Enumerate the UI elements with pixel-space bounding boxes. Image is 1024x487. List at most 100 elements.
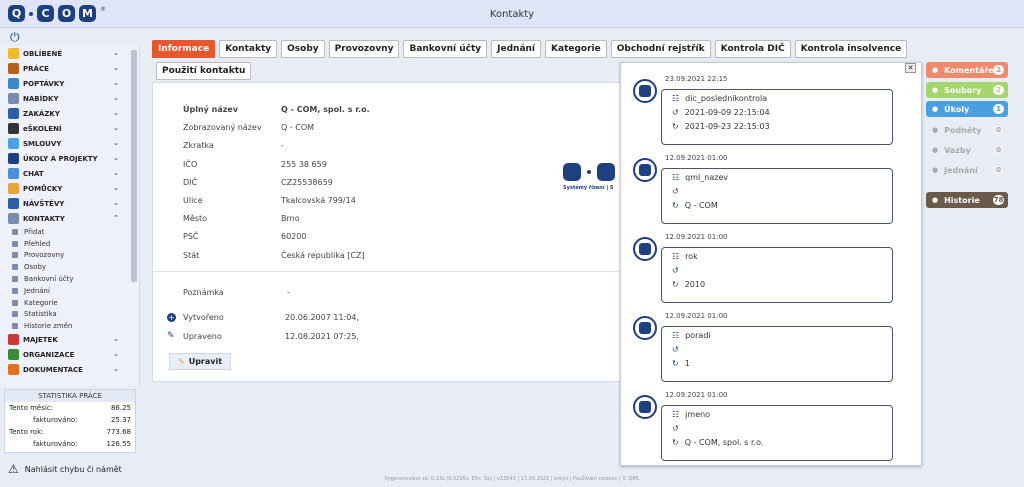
menu-icon xyxy=(8,78,19,89)
sidebar-subitem-label: Historie změn xyxy=(24,322,73,331)
side-button-2[interactable]: ● Úkoly 1 xyxy=(926,101,1008,117)
history-line: ↻ Q - COM xyxy=(672,201,718,210)
history-line: ↺ xyxy=(672,187,685,196)
sidebar-item-b2[interactable]: DOKUMENTACE ⌄ xyxy=(0,362,139,377)
history-entry: ☷ poradi ↺ ↻ 1 xyxy=(661,326,893,382)
field-value: CZ25538659 xyxy=(281,177,333,187)
list-icon: ☷ xyxy=(672,173,680,182)
avatar-icon xyxy=(633,79,657,103)
tab-2[interactable]: Osoby xyxy=(281,40,325,58)
menu-icon xyxy=(8,93,19,104)
tab-4[interactable]: Bankovní účty xyxy=(403,40,488,58)
chevron-down-icon: ⌄ xyxy=(113,350,119,359)
sidebar-item-0[interactable]: OBLÍBENÉ ⌄ xyxy=(0,46,139,61)
history-entry: ☷ rok ↺ ↻ 2010 xyxy=(661,247,893,303)
menu-icon xyxy=(8,198,19,209)
sidebar-item-b0[interactable]: MAJETEK ⌄ xyxy=(0,332,139,347)
sidebar-item-4[interactable]: ZAKÁZKY ⌄ xyxy=(0,106,139,121)
side-button-4[interactable]: ● Vazby 0 xyxy=(926,142,1008,158)
sidebar-subitem-8[interactable]: Historie změn xyxy=(0,320,139,332)
side-button-5[interactable]: ● Jednání 0 xyxy=(926,162,1008,178)
tab-7[interactable]: Obchodní rejstřík xyxy=(610,40,711,58)
stats-label: Tento rok: xyxy=(9,428,44,436)
sidebar-subitem-label: Přehled xyxy=(24,239,51,248)
avatar-icon xyxy=(633,316,657,340)
close-icon[interactable]: ✕ xyxy=(905,63,916,73)
side-button-1[interactable]: ● Soubory 2 xyxy=(926,82,1008,98)
undo-icon: ↺ xyxy=(672,108,679,117)
history-line: ☷ poradi xyxy=(672,331,711,340)
sidebar-subitem-0[interactable]: Přidat xyxy=(0,226,139,238)
avatar-inner xyxy=(639,164,651,176)
created-value: 20.06.2007 11:04, xyxy=(285,313,359,322)
history-popup: ✕ 23.09.2021 22:15 ☷ dic_poslednikontrola ↺… xyxy=(620,62,922,466)
menu-icon xyxy=(8,138,19,149)
power-icon[interactable]: ⏻ xyxy=(10,30,20,45)
edit-button[interactable]: ✎ Upravit xyxy=(169,353,232,370)
tab-1[interactable]: Kontakty xyxy=(219,40,278,58)
side-button-count: 2 xyxy=(993,85,1004,95)
menu-icon xyxy=(8,108,19,119)
tab-0[interactable]: Informace xyxy=(152,40,216,58)
sidebar-subitem-3[interactable]: Osoby xyxy=(0,261,139,273)
side-button-3[interactable]: ● Podněty 0 xyxy=(926,122,1008,138)
button-icon: ● xyxy=(932,86,939,94)
list-icon: ☷ xyxy=(672,252,680,261)
sidebar-subitem-label: Přidat xyxy=(24,227,45,236)
side-button-6[interactable]: ● Historie 78 xyxy=(926,192,1008,208)
sidebar-item-b1[interactable]: ORGANIZACE ⌄ xyxy=(0,347,139,362)
tab-8[interactable]: Kontrola DIČ xyxy=(714,40,791,58)
chevron-down-icon: ⌃ xyxy=(113,214,119,222)
sidebar-item-label: OBLÍBENÉ xyxy=(23,49,63,58)
button-icon: ● xyxy=(932,166,939,174)
history-line: ↺ xyxy=(672,345,685,354)
undo-icon: ↺ xyxy=(672,187,679,196)
menu-icon xyxy=(8,153,19,164)
sidebar-item-9[interactable]: POMŮCKY ⌄ xyxy=(0,181,139,196)
tab-6[interactable]: Kategorie xyxy=(545,40,607,58)
chevron-down-icon: ⌄ xyxy=(113,154,119,162)
tab-5[interactable]: Jednání xyxy=(491,40,542,58)
sidebar-item-1[interactable]: PRÁCE ⌄ xyxy=(0,61,139,76)
stats-value: 25.37 xyxy=(110,416,131,424)
side-button-0[interactable]: ● Komentáře 2 xyxy=(926,62,1008,78)
avatar-icon xyxy=(633,158,657,182)
side-button-count: 0 xyxy=(993,145,1004,155)
report-bug-link[interactable]: ⚠ Nahlásit chybu či námět xyxy=(8,462,122,476)
history-entry: ☷ qml_nazev ↺ ↻ Q - COM xyxy=(661,168,893,224)
sidebar-item-label: ZAKÁZKY xyxy=(23,109,60,118)
field-label: Ulice xyxy=(183,196,203,205)
sidebar-item-5[interactable]: eŠKOLENÍ ⌄ xyxy=(0,121,139,136)
sidebar-subitem-2[interactable]: Provozovny xyxy=(0,250,139,262)
sidebar-subitem-5[interactable]: Jednání xyxy=(0,285,139,297)
tab-3[interactable]: Provozovny xyxy=(328,40,400,58)
sidebar-item-6[interactable]: SMLOUVY ⌄ xyxy=(0,136,139,151)
sidebar-subitem-7[interactable]: Statistika xyxy=(0,309,139,321)
subitem-icon xyxy=(12,228,18,235)
field-value: Brno xyxy=(281,214,300,224)
note-value: - xyxy=(287,288,290,297)
sidebar-item-3[interactable]: NABÍDKY ⌄ xyxy=(0,91,139,106)
work-stats: STATISTIKA PRÁCE Tento měsíc: 86.25 fakturo… xyxy=(4,389,136,453)
stats-row: Tento měsíc: 86.25 xyxy=(5,402,135,414)
tab-pouziti-kontaktu[interactable]: Použití kontaktu xyxy=(156,62,252,80)
sidebar-item-10[interactable]: NÁVŠTĚVY ⌄ xyxy=(0,196,139,211)
sidebar-item-11[interactable]: KONTAKTY ⌃ xyxy=(0,211,139,226)
sidebar: OBLÍBENÉ ⌄ PRÁCE ⌄ POPTÁVKY ⌄ NABÍDKY ⌄ ZAKÁZKY ⌄… xyxy=(0,46,140,386)
sidebar-subitem-1[interactable]: Přehled xyxy=(0,238,139,250)
sidebar-item-2[interactable]: POPTÁVKY ⌄ xyxy=(0,76,139,91)
sidebar-item-label: KONTAKTY xyxy=(23,214,65,223)
stats-row: fakturováno: 126.55 xyxy=(5,438,135,450)
sidebar-item-7[interactable]: ÚKOLY A PROJEKTY ⌄ xyxy=(0,151,139,166)
history-line: ☷ jmeno xyxy=(672,410,710,419)
sidebar-item-8[interactable]: CHAT ⌄ xyxy=(0,166,139,181)
menu-icon xyxy=(8,334,19,346)
sidebar-subitem-6[interactable]: Kategorie xyxy=(0,297,139,309)
tab-9[interactable]: Kontrola insolvence xyxy=(794,40,908,58)
chevron-down-icon: ⌄ xyxy=(113,335,119,344)
stats-row: Tento rok: 773.68 xyxy=(5,426,135,438)
sidebar-scrollbar[interactable] xyxy=(131,50,137,282)
sidebar-subitem-4[interactable]: Bankovní účty xyxy=(0,273,139,285)
sidebar-subitem-label: Jednání xyxy=(24,286,50,295)
menu-icon xyxy=(8,63,19,74)
